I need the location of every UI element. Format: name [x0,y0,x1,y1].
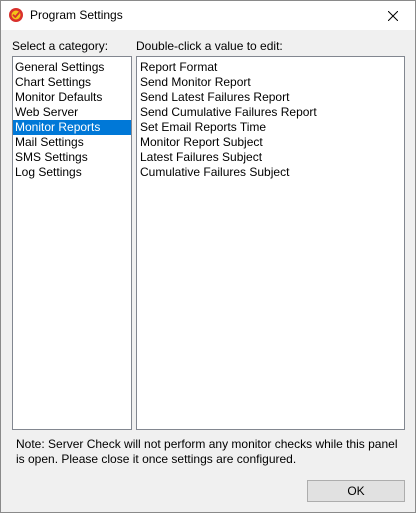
category-item[interactable]: Mail Settings [13,135,131,150]
close-icon [388,10,398,21]
server-check-icon [8,7,24,23]
window-title: Program Settings [30,8,123,22]
category-item[interactable]: Web Server [13,105,131,120]
category-item[interactable]: SMS Settings [13,150,131,165]
category-item[interactable]: Chart Settings [13,75,131,90]
program-settings-window: Program Settings Select a category: Doub… [0,0,416,513]
setting-value-item[interactable]: Cumulative Failures Subject [137,165,404,180]
setting-value-item[interactable]: Send Latest Failures Report [137,90,404,105]
value-label: Double-click a value to edit: [136,39,283,53]
setting-value-item[interactable]: Latest Failures Subject [137,150,404,165]
value-list[interactable]: Report Format Send Monitor Report Send Lat… [136,56,405,430]
category-list[interactable]: General Settings Chart Settings Monitor De… [12,56,132,430]
setting-value-item[interactable]: Report Format [137,60,404,75]
close-button[interactable] [371,1,415,30]
title-bar[interactable]: Program Settings [1,1,415,30]
category-item[interactable]: Log Settings [13,165,131,180]
ok-button[interactable]: OK [307,480,405,502]
note-text: Note: Server Check will not perform any … [16,437,398,466]
category-label: Select a category: [12,39,109,53]
setting-value-item[interactable]: Send Cumulative Failures Report [137,105,404,120]
category-item[interactable]: Monitor Defaults [13,90,131,105]
setting-value-item[interactable]: Set Email Reports Time [137,120,404,135]
setting-value-item[interactable]: Monitor Report Subject [137,135,404,150]
category-item[interactable]: Monitor Reports [13,120,131,135]
category-item[interactable]: General Settings [13,60,131,75]
setting-value-item[interactable]: Send Monitor Report [137,75,404,90]
